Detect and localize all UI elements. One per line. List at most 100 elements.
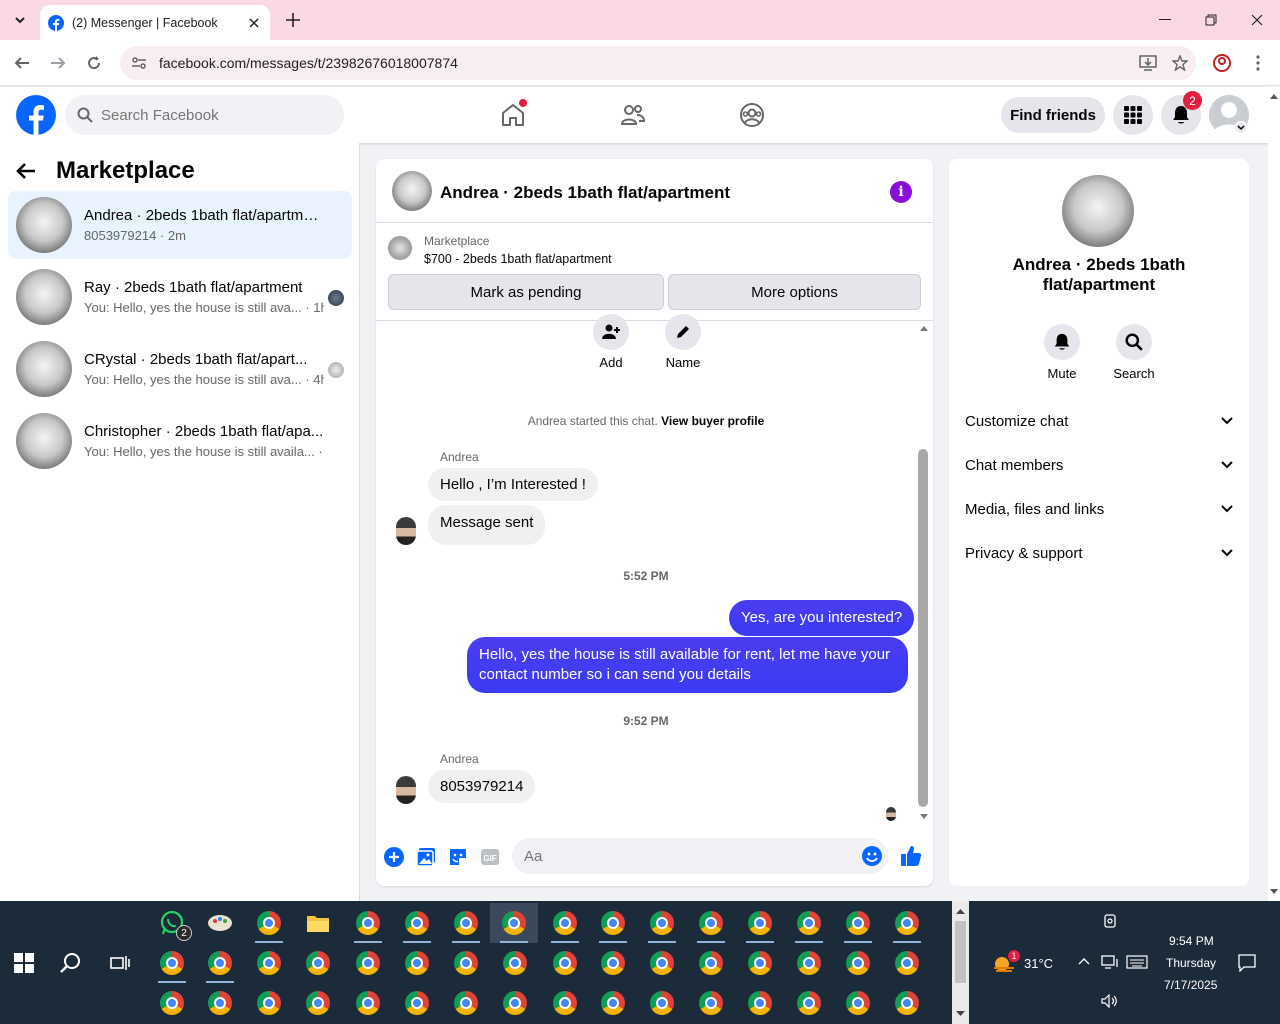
chrome-icon[interactable] <box>545 983 585 1023</box>
message-bubble-outgoing[interactable]: Yes, are you interested? <box>729 600 915 636</box>
conversation-item[interactable]: Ray · 2beds 1bath flat/apartment You: He… <box>8 263 352 331</box>
site-settings-icon[interactable] <box>122 46 156 80</box>
message-bubble-outgoing[interactable]: Hello, yes the house is still available … <box>467 637 908 693</box>
chrome-icon[interactable] <box>642 983 682 1023</box>
chrome-icon[interactable] <box>789 943 829 983</box>
menu-grid-icon[interactable] <box>1113 95 1153 135</box>
chrome-icon[interactable] <box>495 943 535 983</box>
info-icon[interactable]: i <box>890 181 912 203</box>
chrome-icon[interactable] <box>593 943 633 983</box>
message-text-field[interactable] <box>524 847 844 865</box>
chrome-icon[interactable] <box>397 903 437 943</box>
chrome-icon[interactable] <box>298 943 338 983</box>
sticker-icon[interactable] <box>447 846 469 868</box>
chrome-icon[interactable] <box>348 903 388 943</box>
mute-action[interactable]: Mute <box>1026 324 1098 381</box>
message-bubble[interactable]: Message sent <box>428 505 546 545</box>
chrome-icon[interactable] <box>838 943 878 983</box>
account-chevron-down-icon[interactable] <box>1234 121 1248 135</box>
chrome-icon[interactable] <box>740 943 780 983</box>
chrome-icon[interactable] <box>740 983 780 1023</box>
chrome-icon[interactable] <box>200 983 240 1023</box>
chrome-icon[interactable] <box>298 983 338 1023</box>
meet-now-icon[interactable] <box>1104 913 1118 929</box>
browser-tab[interactable]: (2) Messenger | Facebook <box>40 5 270 40</box>
close-window-icon[interactable] <box>1234 0 1280 40</box>
chrome-icon[interactable] <box>397 943 437 983</box>
new-tab-icon[interactable] <box>283 10 303 30</box>
view-buyer-profile-link[interactable]: View buyer profile <box>661 414 764 428</box>
back-arrow-icon[interactable] <box>16 162 36 180</box>
profile-icon[interactable] <box>1210 51 1234 75</box>
page-scrollbar[interactable] <box>1268 87 1280 901</box>
home-icon[interactable] <box>497 99 529 131</box>
chrome-icon[interactable] <box>691 903 731 943</box>
minimize-icon[interactable] <box>1142 0 1188 40</box>
chrome-icon[interactable] <box>446 903 486 943</box>
search-input[interactable] <box>101 106 301 124</box>
mark-as-pending-button[interactable]: Mark as pending <box>388 274 664 310</box>
gif-icon[interactable]: GIF <box>479 846 501 868</box>
chrome-icon[interactable] <box>152 983 192 1023</box>
listing-thumbnail[interactable] <box>388 236 412 260</box>
chrome-icon[interactable] <box>348 943 388 983</box>
chrome-icon[interactable] <box>887 943 927 983</box>
chrome-icon[interactable] <box>249 903 289 943</box>
chrome-icon[interactable] <box>691 943 731 983</box>
chrome-icon[interactable] <box>446 983 486 1023</box>
temperature[interactable]: 31°C <box>1024 956 1053 971</box>
find-friends-button[interactable]: Find friends <box>1001 97 1105 133</box>
chrome-icon[interactable] <box>838 983 878 1023</box>
chrome-icon[interactable] <box>887 903 927 943</box>
chrome-icon[interactable] <box>740 903 780 943</box>
chat-members-section[interactable]: Chat members <box>957 443 1241 487</box>
chrome-icon[interactable] <box>593 983 633 1023</box>
install-app-icon[interactable] <box>1132 47 1164 79</box>
clock-day[interactable]: Thursday <box>1166 956 1216 970</box>
customize-chat-section[interactable]: Customize chat <box>957 399 1241 443</box>
chrome-icon[interactable] <box>545 943 585 983</box>
chat-scrollbar-thumb[interactable] <box>918 449 928 807</box>
network-icon[interactable] <box>1101 955 1119 969</box>
chrome-icon[interactable] <box>789 903 829 943</box>
bookmark-star-icon[interactable] <box>1164 47 1196 79</box>
add-person-icon[interactable] <box>593 314 629 350</box>
browser-menu-icon[interactable] <box>1246 51 1270 75</box>
conversation-item[interactable]: Andrea · 2beds 1bath flat/apartment 8053… <box>8 191 352 259</box>
chrome-icon[interactable] <box>397 983 437 1023</box>
chrome-icon-active[interactable] <box>490 903 538 943</box>
message-bubble[interactable]: Hello , I’m Interested ! <box>428 468 598 501</box>
task-view-icon[interactable] <box>110 954 130 972</box>
chrome-icon[interactable] <box>249 943 289 983</box>
chrome-icon[interactable] <box>545 903 585 943</box>
message-input[interactable] <box>512 838 888 874</box>
conversation-item[interactable]: CRystal · 2beds 1bath flat/apart... You:… <box>8 335 352 403</box>
volume-icon[interactable] <box>1101 994 1119 1008</box>
tab-close-icon[interactable] <box>246 15 262 31</box>
chrome-icon[interactable] <box>152 943 192 983</box>
message-bubble[interactable]: 8053979214 <box>428 770 536 803</box>
chrome-icon[interactable] <box>691 983 731 1023</box>
weather-icon[interactable]: 1 <box>992 950 1020 974</box>
search-icon[interactable] <box>1116 324 1152 360</box>
keyboard-icon[interactable] <box>1126 955 1148 969</box>
chrome-icon[interactable] <box>887 983 927 1023</box>
photo-icon[interactable] <box>415 846 437 868</box>
whatsapp-icon[interactable]: 2 <box>152 903 192 943</box>
taskbar-search-icon[interactable] <box>60 952 82 974</box>
address-bar[interactable]: facebook.com/messages/t/2398267601800787… <box>120 46 1196 80</box>
notifications-bell-icon[interactable]: 2 <box>1161 91 1202 135</box>
facebook-logo-icon[interactable] <box>16 95 56 135</box>
groups-icon[interactable] <box>736 99 768 131</box>
chrome-icon[interactable] <box>838 903 878 943</box>
back-arrow-icon[interactable] <box>10 51 34 75</box>
conversation-item[interactable]: Christopher · 2beds 1bath flat/apa... Yo… <box>8 407 352 475</box>
action-center-icon[interactable] <box>1238 954 1256 972</box>
chrome-icon[interactable] <box>200 943 240 983</box>
forward-arrow-icon[interactable] <box>46 51 70 75</box>
paint-app-icon[interactable] <box>200 903 240 943</box>
clock-date[interactable]: 7/17/2025 <box>1164 978 1217 992</box>
info-avatar[interactable] <box>1062 175 1134 247</box>
chrome-icon[interactable] <box>789 983 829 1023</box>
plus-icon[interactable] <box>383 846 405 868</box>
